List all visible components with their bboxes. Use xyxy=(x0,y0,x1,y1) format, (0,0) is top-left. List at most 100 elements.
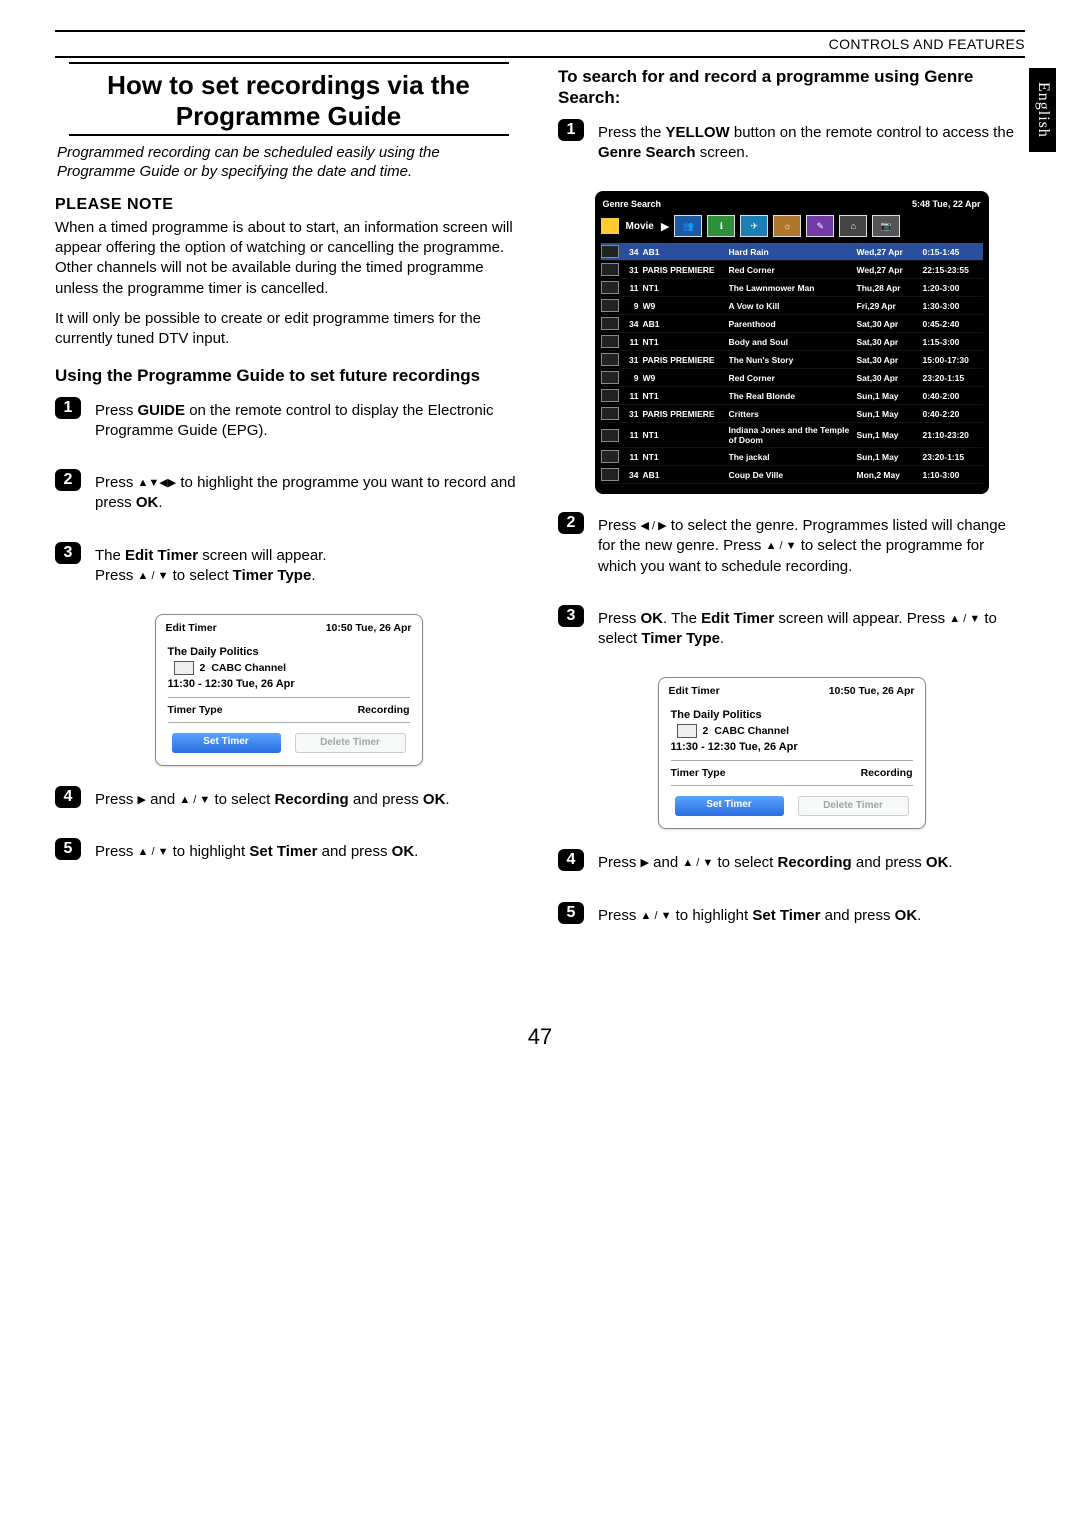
row-time: 21:10-23:20 xyxy=(923,430,983,440)
left-step-1: 1 Press GUIDE on the remote control to d… xyxy=(55,397,522,452)
row-channel-number: 11 xyxy=(623,337,639,347)
genre-search-row[interactable]: 11NT1The Lawnmower ManThu,28 Apr1:20-3:0… xyxy=(601,279,983,297)
genre-search-row[interactable]: 31PARIS PREMIEREThe Nun's StorySat,30 Ap… xyxy=(601,351,983,369)
genre-search-row[interactable]: 34AB1ParenthoodSat,30 Apr0:45-2:40 xyxy=(601,315,983,333)
set-timer-button[interactable]: Set Timer xyxy=(675,796,784,816)
left-step-3: 3 The Edit Timer screen will appear. Pre… xyxy=(55,542,522,597)
row-time: 1:10-3:00 xyxy=(923,470,983,480)
row-date: Wed,27 Apr xyxy=(857,247,919,257)
left-step-4: 4 Press ▶ and ▲ / ▼ to select Recording … xyxy=(55,786,522,820)
delete-timer-button[interactable]: Delete Timer xyxy=(798,796,909,816)
genre-icon-3[interactable]: ✈︎ xyxy=(740,215,768,237)
genre-search-row[interactable]: 9W9Red CornerSat,30 Apr23:20-1:15 xyxy=(601,369,983,387)
row-channel-name: W9 xyxy=(643,301,725,311)
row-programme-title: The Real Blonde xyxy=(729,391,853,401)
genre-icon-5[interactable]: ✎ xyxy=(806,215,834,237)
genre-row: Movie ▶ 👥 ℹ︎ ✈︎ ☼ ✎ ⌂ 📷 xyxy=(601,213,983,243)
row-programme-title: Parenthood xyxy=(729,319,853,329)
row-date: Sat,30 Apr xyxy=(857,319,919,329)
genre-icon-6[interactable]: ⌂ xyxy=(839,215,867,237)
channel-thumb-icon xyxy=(601,468,619,481)
edit-timer-card: Edit Timer 10:50 Tue, 26 Apr The Daily P… xyxy=(155,614,423,766)
channel-number: 2 xyxy=(200,662,206,674)
row-programme-title: Body and Soul xyxy=(729,337,853,347)
arrow-up-down-icon: ▲ / ▼ xyxy=(641,909,672,924)
gs-title: Genre Search xyxy=(603,199,662,209)
row-time: 23:20-1:15 xyxy=(923,373,983,383)
left-step-2: 2 Press ▲▼◀▶ to highlight the programme … xyxy=(55,469,522,524)
row-channel-name: PARIS PREMIERE xyxy=(643,355,725,365)
row-time: 0:40-2:00 xyxy=(923,391,983,401)
row-date: Sun,1 May xyxy=(857,391,919,401)
sub-heading-right: To search for and record a programme usi… xyxy=(558,66,1025,109)
channel-thumb-icon xyxy=(601,245,619,258)
arrow-up-down-icon: ▲ / ▼ xyxy=(138,845,169,860)
right-step-1: 1 Press the YELLOW button on the remote … xyxy=(558,119,1025,174)
genre-search-row[interactable]: 11 NT1 The Real Blonde Sun,1 May 0:40-2:00 xyxy=(601,387,983,405)
time-range: 11:30 - 12:30 Tue, 26 Apr xyxy=(168,675,410,693)
main-title: How to set recordings via the Programme … xyxy=(55,70,522,132)
row-channel-number: 31 xyxy=(623,409,639,419)
channel-thumb-icon xyxy=(601,407,619,420)
row-programme-title: The Nun's Story xyxy=(729,355,853,365)
timer-type-label: Timer Type xyxy=(168,704,223,716)
channel-thumb-icon xyxy=(601,281,619,294)
row-channel-name: NT1 xyxy=(643,283,725,293)
set-timer-button[interactable]: Set Timer xyxy=(172,733,281,753)
channel-thumb-icon xyxy=(601,429,619,442)
language-tab: English xyxy=(1029,68,1056,152)
channel-thumb-icon xyxy=(601,353,619,366)
row-channel-name: NT1 xyxy=(643,391,725,401)
channel-name: CABC Channel xyxy=(211,662,286,674)
gs-clock: 5:48 Tue, 22 Apr xyxy=(912,199,981,209)
sub-heading-left: Using the Programme Guide to set future … xyxy=(55,365,522,386)
row-time: 0:45-2:40 xyxy=(923,319,983,329)
row-date: Fri,29 Apr xyxy=(857,301,919,311)
row-time: 0:40-2:20 xyxy=(923,409,983,419)
step-badge: 5 xyxy=(55,838,81,860)
channel-thumb-icon xyxy=(601,299,619,312)
genre-icon-4[interactable]: ☼ xyxy=(773,215,801,237)
channel-number: 2 xyxy=(703,725,709,737)
row-programme-title: Coup De Ville xyxy=(729,470,853,480)
arrow-left-right-icon: ◀ / ▶ xyxy=(641,519,667,534)
row-time: 23:20-1:15 xyxy=(923,452,983,462)
row-channel-number: 34 xyxy=(623,319,639,329)
channel-thumb-icon xyxy=(601,371,619,384)
genre-search-row[interactable]: 11NT1Body and SoulSat,30 Apr1:15-3:00 xyxy=(601,333,983,351)
row-channel-number: 11 xyxy=(623,391,639,401)
genre-search-row[interactable]: 31PARIS PREMIERERed CornerWed,27 Apr22:1… xyxy=(601,261,983,279)
row-time: 22:15-23:55 xyxy=(923,265,983,275)
delete-timer-button[interactable]: Delete Timer xyxy=(295,733,406,753)
genre-search-row[interactable]: 11NT1The jackalSun,1 May23:20-1:15 xyxy=(601,448,983,466)
genre-icon-7[interactable]: 📷 xyxy=(872,215,900,237)
arrow-right-icon: ▶ xyxy=(138,793,146,808)
row-channel-name: NT1 xyxy=(643,452,725,462)
row-date: Sat,30 Apr xyxy=(857,355,919,365)
row-time: 1:30-3:00 xyxy=(923,301,983,311)
row-channel-name: NT1 xyxy=(643,430,725,440)
row-programme-title: A Vow to Kill xyxy=(729,301,853,311)
genre-icon-2[interactable]: ℹ︎ xyxy=(707,215,735,237)
row-time: 1:20-3:00 xyxy=(923,283,983,293)
timer-type-label: Timer Type xyxy=(671,767,726,779)
genre-search-list: 34AB1Hard RainWed,27 Apr0:15-1:4531PARIS… xyxy=(601,243,983,484)
genre-search-row[interactable]: 34AB1Hard RainWed,27 Apr0:15-1:45 xyxy=(601,243,983,261)
selected-genre: Movie xyxy=(624,221,656,232)
row-programme-title: The jackal xyxy=(729,452,853,462)
row-channel-number: 11 xyxy=(623,430,639,440)
right-step-3: 3 Press OK. The Edit Timer screen will a… xyxy=(558,605,1025,660)
genre-search-row[interactable]: 31PARIS PREMIERECrittersSun,1 May0:40-2:… xyxy=(601,405,983,423)
genre-search-row[interactable]: 11NT1Indiana Jones and the Temple of Doo… xyxy=(601,423,983,448)
row-time: 1:15-3:00 xyxy=(923,337,983,347)
arrow-up-down-icon: ▲ / ▼ xyxy=(949,612,980,627)
right-step-2: 2 Press ◀ / ▶ to select the genre. Progr… xyxy=(558,512,1025,587)
step-badge: 2 xyxy=(55,469,81,491)
genre-search-row[interactable]: 34AB1Coup De VilleMon,2 May1:10-3:00 xyxy=(601,466,983,484)
row-channel-name: AB1 xyxy=(643,470,725,480)
genre-search-row[interactable]: 9 W9 A Vow to Kill Fri,29 Apr 1:30-3:00 xyxy=(601,297,983,315)
row-date: Sat,30 Apr xyxy=(857,337,919,347)
genre-icon-1[interactable]: 👥 xyxy=(674,215,702,237)
yellow-indicator-icon xyxy=(601,218,619,234)
row-channel-number: 9 xyxy=(623,301,639,311)
